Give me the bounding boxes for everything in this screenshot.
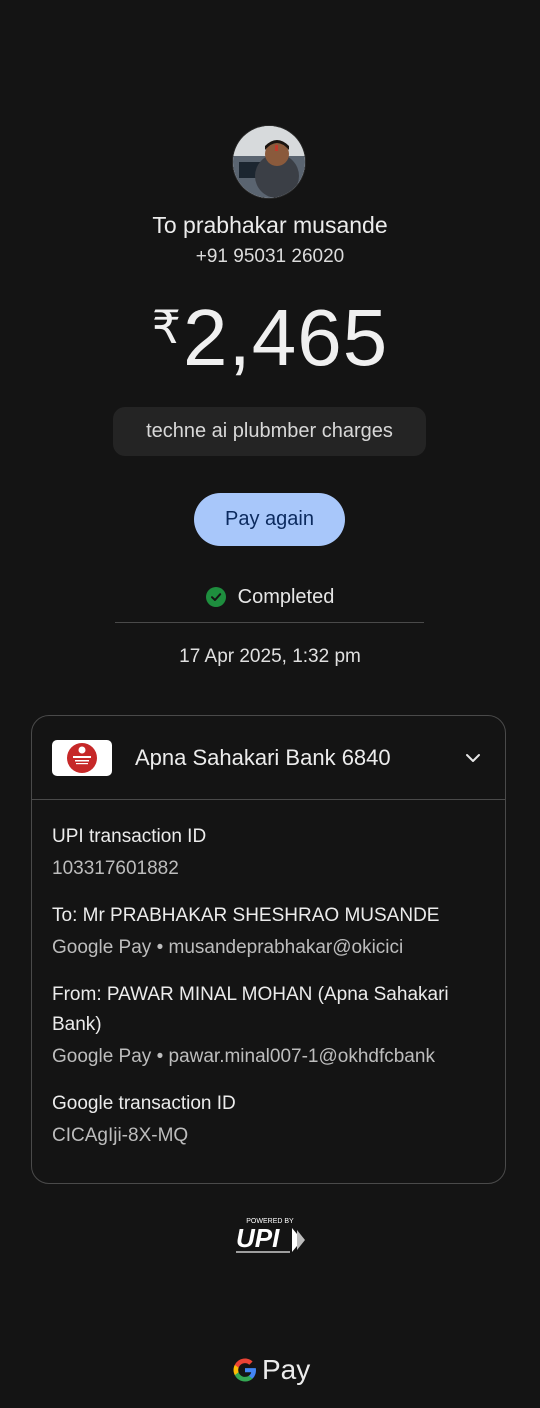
transaction-details: UPI transaction ID 103317601882 To: Mr P… (32, 800, 505, 1151)
detail-value: Google Pay • musandeprabhakar@okicici (52, 937, 404, 958)
detail-from: From: PAWAR MINAL MOHAN (Apna Sahakari B… (52, 980, 485, 1072)
chevron-down-icon[interactable] (461, 746, 485, 770)
payment-note: techne ai plubmber charges (113, 407, 426, 456)
google-g-icon (233, 1358, 256, 1382)
avatar-photo (233, 126, 305, 198)
divider (115, 622, 424, 623)
detail-label: Google transaction ID (52, 1093, 236, 1114)
detail-value: Google Pay • pawar.minal007-1@okhdfcbank (52, 1046, 435, 1067)
payment-amount: ₹2,465 (0, 298, 540, 378)
pay-again-button[interactable]: Pay again (194, 493, 345, 546)
upi-wordmark: UPI (236, 1223, 280, 1253)
bank-logo-icon (52, 739, 112, 776)
transaction-datetime: 17 Apr 2025, 1:32 pm (179, 646, 361, 667)
gpay-wordmark: Pay (262, 1354, 311, 1385)
bank-account-name: Apna Sahakari Bank 6840 (135, 744, 391, 770)
recipient-avatar (233, 126, 305, 198)
detail-label: From: PAWAR MINAL MOHAN (Apna Sahakari B… (52, 984, 449, 1035)
google-pay-logo: Pay (232, 1352, 310, 1388)
check-circle-icon (205, 587, 226, 607)
detail-label: To: Mr PRABHAKAR SHESHRAO MUSANDE (52, 905, 440, 926)
detail-upi-transaction-id: UPI transaction ID 103317601882 (52, 822, 485, 884)
recipient-name: To prabhakar musande (152, 212, 388, 238)
detail-value[interactable]: 103317601882 (52, 854, 485, 884)
bank-account-row[interactable]: Apna Sahakari Bank 6840 (32, 716, 505, 800)
amount-value: 2,465 (183, 293, 389, 382)
transaction-status: Completed (0, 584, 540, 610)
transaction-details-card: Apna Sahakari Bank 6840 UPI transaction … (31, 715, 506, 1184)
status-label: Completed (237, 585, 335, 608)
detail-value[interactable]: CICAgIji-8X-MQ (52, 1121, 485, 1151)
recipient-phone: +91 95031 26020 (195, 246, 345, 267)
upi-logo: POWERED BY UPI (230, 1214, 310, 1256)
detail-to: To: Mr PRABHAKAR SHESHRAO MUSANDE Google… (52, 901, 485, 963)
detail-google-transaction-id: Google transaction ID CICAgIji-8X-MQ (52, 1089, 485, 1151)
currency-symbol: ₹ (151, 301, 182, 353)
detail-label: UPI transaction ID (52, 826, 207, 847)
